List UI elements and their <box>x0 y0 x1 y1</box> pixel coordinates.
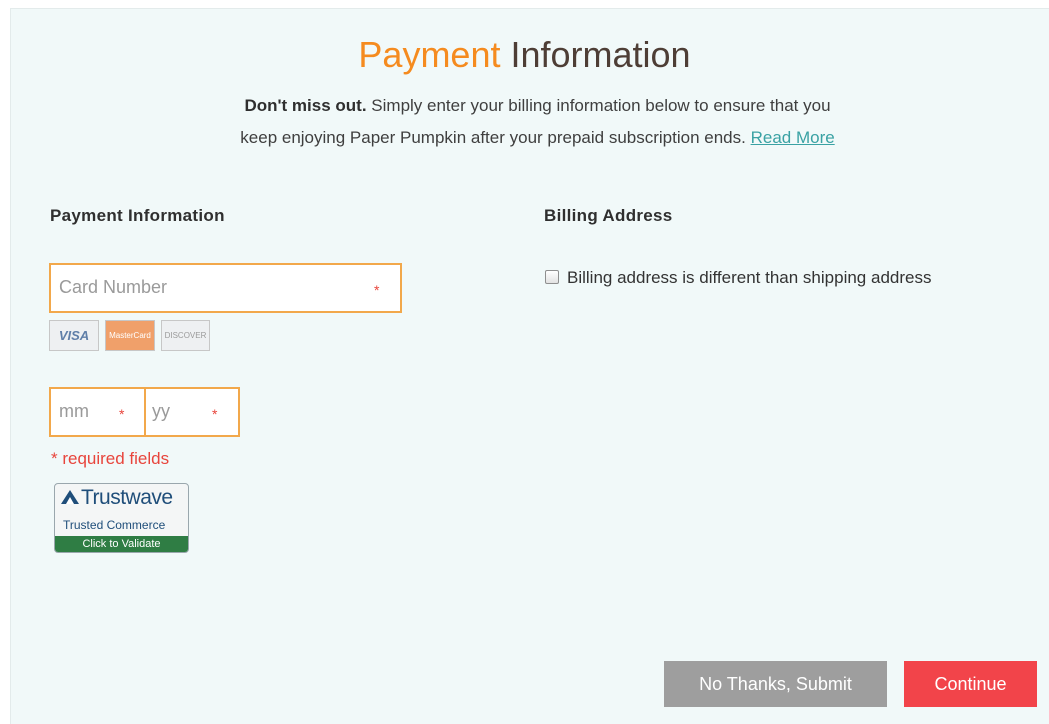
billing-different-checkbox[interactable] <box>545 269 559 284</box>
intro-line-2: keep enjoying Paper Pumpkin after your p… <box>240 128 751 147</box>
expiry-year-input[interactable]: yy * <box>144 387 240 437</box>
trustwave-logo-icon <box>61 490 79 504</box>
intro-text: Don't miss out. Simply enter your billin… <box>0 90 1049 154</box>
intro-line-1: Simply enter your billing information be… <box>366 96 831 115</box>
billing-different-label: Billing address is different than shippi… <box>567 268 932 287</box>
trustwave-seal[interactable]: Trustwave Trusted Commerce Click to Vali… <box>54 483 189 553</box>
continue-button[interactable]: Continue <box>904 661 1037 707</box>
required-fields-note: * required fields <box>51 449 170 468</box>
mastercard-icon: MasterCard <box>105 320 155 351</box>
required-star: * <box>119 406 125 422</box>
card-number-placeholder: Card Number <box>59 277 168 297</box>
read-more-link[interactable]: Read More <box>751 128 835 147</box>
month-placeholder: mm <box>59 401 89 421</box>
discover-icon: DISCOVER <box>161 320 210 351</box>
page-title: Payment Information <box>0 34 1049 76</box>
trustwave-brand: Trustwave <box>81 486 173 509</box>
billing-section-heading: Billing Address <box>544 206 673 225</box>
visa-icon: VISA <box>49 320 99 351</box>
expiry-month-input[interactable]: mm * <box>49 387 146 437</box>
payment-section-heading: Payment Information <box>50 206 225 225</box>
intro-bold: Don't miss out. <box>244 96 367 115</box>
trustwave-tagline: Trusted Commerce <box>63 518 166 532</box>
no-thanks-submit-button[interactable]: No Thanks, Submit <box>664 661 887 707</box>
page-title-rest: Information <box>500 34 691 75</box>
year-placeholder: yy <box>152 401 170 421</box>
click-to-validate[interactable]: Click to Validate <box>55 536 188 552</box>
card-number-input[interactable]: Card Number * <box>49 263 402 313</box>
required-star: * <box>374 282 380 298</box>
required-star: * <box>212 406 218 422</box>
billing-different-option[interactable]: Billing address is different than shippi… <box>545 268 931 288</box>
page-title-accent: Payment <box>358 34 501 75</box>
